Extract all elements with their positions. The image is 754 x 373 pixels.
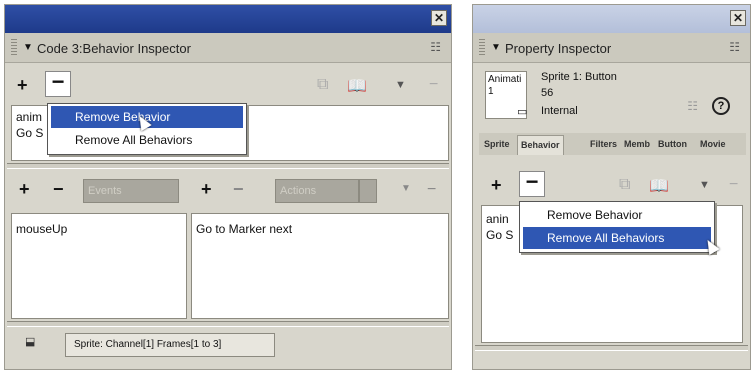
context-menu: Remove Behavior Remove All Behaviors xyxy=(47,103,247,155)
tab-movie[interactable]: Movie xyxy=(697,135,729,155)
remove-action-button[interactable]: − xyxy=(233,180,244,198)
events-label: Events xyxy=(83,179,179,203)
actions-toolbar: + − Actions ▼ − xyxy=(191,171,453,207)
options-menu-icon[interactable]: ☷ xyxy=(729,40,740,54)
status-bar: ⬓ Sprite: Channel[1] Frames[1 to 3] xyxy=(9,325,447,365)
library-book-icon[interactable]: 📖 xyxy=(347,76,367,96)
add-event-button[interactable]: + xyxy=(19,180,30,198)
remove-all-behaviors-option[interactable]: Remove All Behaviors xyxy=(51,129,243,151)
sprite-info: Animati 1 Sprite 1: Button 56 ▭ Internal… xyxy=(479,67,744,129)
events-toolbar: + − Events xyxy=(5,171,191,207)
sprite-name: Sprite 1: Button xyxy=(541,71,617,83)
close-button[interactable]: ✕ xyxy=(730,10,746,26)
collapse-arrow-icon[interactable]: ▼ xyxy=(491,42,501,53)
tab-behavior[interactable]: Behavior xyxy=(517,135,564,155)
inspector-title: Code 3:Behavior Inspector xyxy=(37,41,191,56)
events-list[interactable]: mouseUp xyxy=(11,213,187,319)
cast-library: Internal xyxy=(541,105,578,117)
list-item[interactable]: anim xyxy=(16,110,42,124)
remove-event-button[interactable]: − xyxy=(53,180,64,198)
move-down-icon[interactable]: − xyxy=(427,181,436,199)
options-menu-icon[interactable]: ☷ xyxy=(430,40,441,54)
close-icon: ✕ xyxy=(433,11,445,25)
remove-all-behaviors-option[interactable]: Remove All Behaviors xyxy=(523,227,711,249)
tab-member[interactable]: Memb xyxy=(621,135,653,155)
description-icon[interactable]: − xyxy=(429,76,438,94)
behavior-inspector-panel: ✕ ▼ Code 3:Behavior Inspector ☷ + − ⧉ 📖 … xyxy=(4,4,452,370)
library-book-icon[interactable]: 📖 xyxy=(649,176,669,196)
behavior-toolbar: + − ⧉ 📖 ▼ − xyxy=(5,67,451,103)
grip-handle[interactable] xyxy=(11,39,17,57)
inspector-tabs: Sprite Behavior Filters Memb Button Movi… xyxy=(479,133,746,155)
list-view-icon[interactable]: ☷ xyxy=(687,99,698,113)
tab-button[interactable]: Button xyxy=(655,135,690,155)
sprite-number: 56 xyxy=(541,87,554,99)
list-item[interactable]: Go S xyxy=(486,228,513,242)
window-titlebar: ✕ xyxy=(473,5,750,33)
window-titlebar: ✕ xyxy=(5,5,451,33)
list-item[interactable]: Go S xyxy=(16,126,43,140)
help-icon[interactable]: ? xyxy=(712,97,730,115)
actions-list[interactable]: Go to Marker next xyxy=(191,213,449,319)
context-menu: Remove Behavior Remove All Behaviors xyxy=(519,201,715,253)
close-button[interactable]: ✕ xyxy=(431,10,447,26)
property-inspector-panel: ✕ ▼ Property Inspector ☷ Animati 1 Sprit… xyxy=(472,4,751,370)
list-item[interactable]: anin xyxy=(486,212,509,226)
remove-behavior-option[interactable]: Remove Behavior xyxy=(523,204,711,226)
tab-filters[interactable]: Filters xyxy=(587,135,620,155)
status-text: Sprite: Channel[1] Frames[1 to 3] xyxy=(65,333,275,357)
thumb-number: 1 xyxy=(488,86,494,97)
sprite-link-icon[interactable]: ⬓ xyxy=(25,335,47,355)
list-item[interactable]: Go to Marker next xyxy=(196,222,292,236)
actions-field-end xyxy=(359,179,377,203)
inspector-title: Property Inspector xyxy=(505,41,612,56)
add-behavior-button[interactable]: + xyxy=(491,176,502,194)
thumb-label: Animati xyxy=(488,74,522,85)
remove-behavior-button[interactable]: − xyxy=(519,171,545,197)
move-up-icon[interactable]: ▼ xyxy=(401,183,411,194)
cast-icon: ▭ xyxy=(517,106,528,118)
remove-behavior-button[interactable]: − xyxy=(45,71,71,97)
inspector-header[interactable]: ▼ Code 3:Behavior Inspector ☷ xyxy=(5,33,451,63)
behavior-toolbar: + − ⧉ 📖 ▼ − xyxy=(473,167,750,203)
dropdown-arrow-icon[interactable]: ▼ xyxy=(395,79,406,91)
list-item[interactable]: mouseUp xyxy=(16,222,67,236)
add-action-button[interactable]: + xyxy=(201,180,212,198)
splitter-handle[interactable] xyxy=(7,163,449,169)
script-window-icon[interactable]: ⧉ xyxy=(317,76,328,94)
close-icon: ✕ xyxy=(732,11,744,25)
scrollbar[interactable] xyxy=(475,345,748,351)
collapse-arrow-icon[interactable]: ▼ xyxy=(23,42,33,53)
script-window-icon[interactable]: ⧉ xyxy=(619,176,630,194)
add-behavior-button[interactable]: + xyxy=(17,76,28,94)
dropdown-arrow-icon[interactable]: ▼ xyxy=(699,179,710,191)
inspector-header[interactable]: ▼ Property Inspector ☷ xyxy=(473,33,750,63)
grip-handle[interactable] xyxy=(479,39,485,57)
tab-sprite[interactable]: Sprite xyxy=(481,135,513,155)
actions-label: Actions xyxy=(275,179,359,203)
description-icon[interactable]: − xyxy=(729,176,738,194)
